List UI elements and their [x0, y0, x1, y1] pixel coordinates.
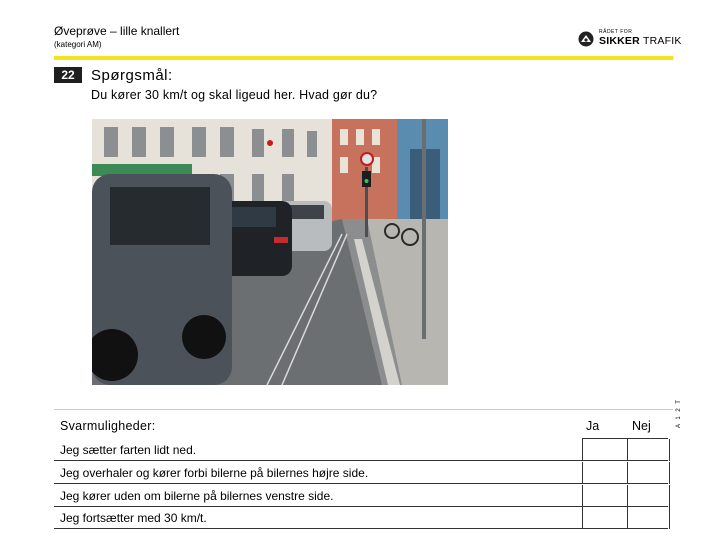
- page-subtitle: (kategori AM): [54, 40, 102, 49]
- question-text: Du kører 30 km/t og skal ligeud her. Hva…: [91, 88, 378, 102]
- logo-brand-light: TRAFIK: [643, 35, 682, 47]
- logo-emblem-icon: [578, 31, 594, 47]
- question-label: Spørgsmål:: [91, 67, 173, 84]
- answer-4-nej-checkbox[interactable]: [627, 507, 670, 529]
- logo-brand-bold: SIKKER: [599, 35, 640, 47]
- question-code: A 1 2 T: [676, 398, 682, 428]
- answer-text: Jeg overhaler og kører forbi bilerne på …: [60, 466, 369, 480]
- sikker-trafik-logo: RÅDET FOR SIKKER TRAFIK: [578, 28, 681, 50]
- column-header-ja: Ja: [586, 419, 600, 433]
- answer-row: Jeg fortsætter med 30 km/t.: [54, 507, 670, 529]
- column-header-nej: Nej: [632, 419, 651, 433]
- answer-4-ja-checkbox[interactable]: [582, 507, 628, 529]
- answer-row: Jeg sætter farten lidt ned.: [54, 439, 670, 461]
- answers-divider: [54, 409, 673, 410]
- answers-heading: Svarmuligheder:: [60, 419, 156, 433]
- answer-1-nej-checkbox[interactable]: [627, 439, 670, 461]
- answer-3-ja-checkbox[interactable]: [582, 485, 628, 507]
- street-photo: [92, 119, 448, 385]
- row-divider: [54, 528, 668, 529]
- answer-text: Jeg sætter farten lidt ned.: [60, 443, 197, 457]
- page-title: Øveprøve – lille knallert: [54, 24, 180, 38]
- answer-2-ja-checkbox[interactable]: [582, 462, 628, 484]
- answer-row: Jeg kører uden om bilerne på bilernes ve…: [54, 485, 670, 507]
- answer-1-ja-checkbox[interactable]: [582, 439, 628, 461]
- question-number-badge: 22: [54, 67, 82, 83]
- row-divider: [54, 483, 668, 484]
- answer-row: Jeg overhaler og kører forbi bilerne på …: [54, 462, 670, 484]
- answer-text: Jeg fortsætter med 30 km/t.: [60, 511, 207, 525]
- row-divider: [54, 460, 668, 461]
- answer-2-nej-checkbox[interactable]: [627, 462, 670, 484]
- answer-text: Jeg kører uden om bilerne på bilernes ve…: [60, 489, 334, 503]
- answer-3-nej-checkbox[interactable]: [627, 485, 670, 507]
- logo-brand: SIKKER TRAFIK: [599, 35, 682, 47]
- header-divider: [54, 56, 673, 60]
